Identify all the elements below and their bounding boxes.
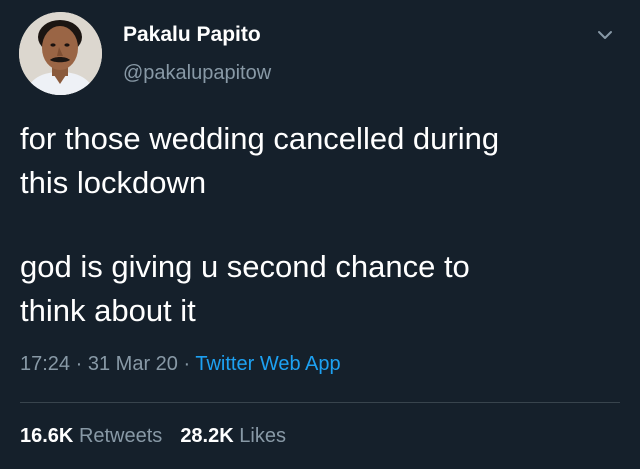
tweet-text-line: god is giving u second chance to <box>20 249 470 284</box>
chevron-down-icon <box>598 31 612 39</box>
tweet-stats: 16.6K Retweets 28.2K Likes <box>20 423 286 449</box>
tweet-text: for those wedding cancelled during this … <box>20 117 620 333</box>
tweet-source-link[interactable]: Twitter Web App <box>195 353 340 375</box>
divider <box>20 402 620 403</box>
tweet-meta: 17:24 · 31 Mar 20 · Twitter Web App <box>20 351 341 377</box>
tweet-card: Pakalu Papito @pakalupapitow for those w… <box>0 0 640 469</box>
tweet-date[interactable]: 31 Mar 20 <box>88 353 178 375</box>
tweet-text-line: for those wedding cancelled during <box>20 121 500 156</box>
meta-separator: · <box>183 353 191 375</box>
tweet-time[interactable]: 17:24 <box>20 353 70 375</box>
avatar[interactable] <box>19 12 102 95</box>
avatar-photo-icon <box>19 12 102 95</box>
author-display-name[interactable]: Pakalu Papito <box>123 22 261 48</box>
tweet-text-line: think about it <box>20 293 196 328</box>
retweets-label: Retweets <box>78 425 163 447</box>
meta-separator: · <box>75 353 83 375</box>
tweet-text-line: this lockdown <box>20 165 207 200</box>
author-handle[interactable]: @pakalupapitow <box>123 61 271 85</box>
likes-label: Likes <box>239 425 286 447</box>
retweets-stat[interactable]: 16.6K Retweets <box>20 425 162 447</box>
tweet-menu-button[interactable] <box>592 22 618 48</box>
likes-count: 28.2K <box>180 425 234 447</box>
likes-stat[interactable]: 28.2K Likes <box>180 425 286 447</box>
retweets-count: 16.6K <box>20 425 74 447</box>
